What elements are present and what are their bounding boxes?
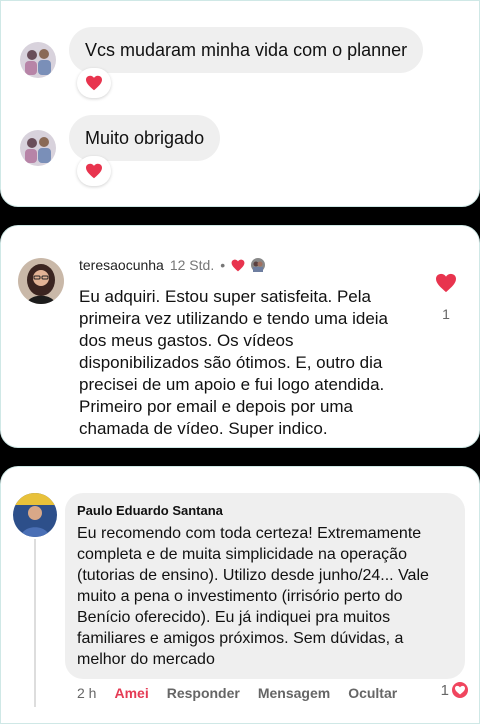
heart-icon [86,163,102,179]
comment-card: Paulo Eduardo Santana Eu recomendo com t… [0,466,480,724]
message-button[interactable]: Mensagem [258,685,330,701]
like-control[interactable]: 1 [435,273,457,322]
avatar[interactable] [20,130,56,166]
avatar[interactable] [13,493,57,537]
timestamp: 2 h [77,685,97,701]
reaction-summary[interactable]: 1 [441,681,469,699]
comment-bubble[interactable]: Paulo Eduardo Santana Eu recomendo com t… [65,493,465,679]
like-count: 1 [442,306,450,322]
love-reaction-icon [451,681,469,699]
reply-bubble[interactable]: Muito obrigado [69,115,221,161]
hide-button[interactable]: Ocultar [348,685,397,701]
comment-text: Eu recomendo com toda certeza! Extremame… [77,525,429,668]
creator-avatar-icon [251,258,266,272]
heart-icon [86,75,102,91]
author-name[interactable]: Paulo Eduardo Santana [77,503,453,518]
reply-text: Muito obrigado [85,128,205,148]
reply-text: Vcs mudaram minha vida com o planner [85,40,408,60]
comment-header: teresaocunha 12 Std. • [79,257,266,273]
reply-bubble[interactable]: Vcs mudaram minha vida com o planner [69,27,424,73]
comment-card: teresaocunha 12 Std. • Eu adquiri. Estou… [0,225,480,448]
reaction-pill[interactable] [77,156,111,186]
thread-line [34,539,36,707]
avatar[interactable] [18,258,64,304]
timestamp: 12 Std. [169,257,215,273]
reply-button[interactable]: Responder [167,685,240,701]
comment-actions: 2 h Amei Responder Mensagem Ocultar [77,685,415,701]
reaction-count: 1 [440,681,449,699]
replies-card: Vcs mudaram minha vida com o planner Mui… [0,0,480,207]
comment-text: Eu adquiri. Estou super satisfeita. Pela… [79,287,389,438]
heart-icon [231,259,245,271]
reaction-pill[interactable] [77,68,111,98]
heart-icon[interactable] [435,273,457,293]
reaction-button[interactable]: Amei [114,685,148,701]
separator: • [220,257,226,273]
username[interactable]: teresaocunha [79,257,164,273]
avatar[interactable] [20,42,56,78]
